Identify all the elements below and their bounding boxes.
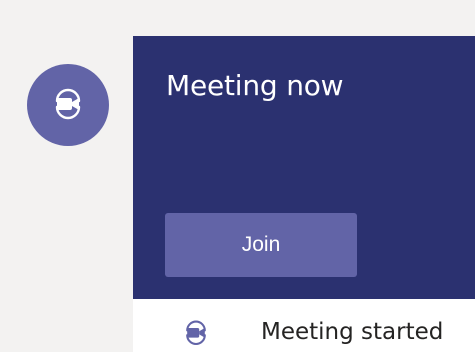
meeting-title: Meeting now — [166, 69, 344, 102]
meeting-status-row: Meeting started — [133, 299, 475, 352]
video-camera-icon — [48, 83, 88, 127]
video-camera-icon — [180, 316, 212, 348]
teams-meeting-view: Meeting now Join Meeting started — [0, 0, 475, 352]
meeting-card: Meeting now Join Meeting started — [133, 36, 475, 352]
meeting-card-header: Meeting now Join — [133, 36, 475, 299]
meeting-status-text: Meeting started — [261, 319, 444, 345]
meeting-avatar — [27, 64, 109, 146]
join-button[interactable]: Join — [165, 213, 357, 277]
